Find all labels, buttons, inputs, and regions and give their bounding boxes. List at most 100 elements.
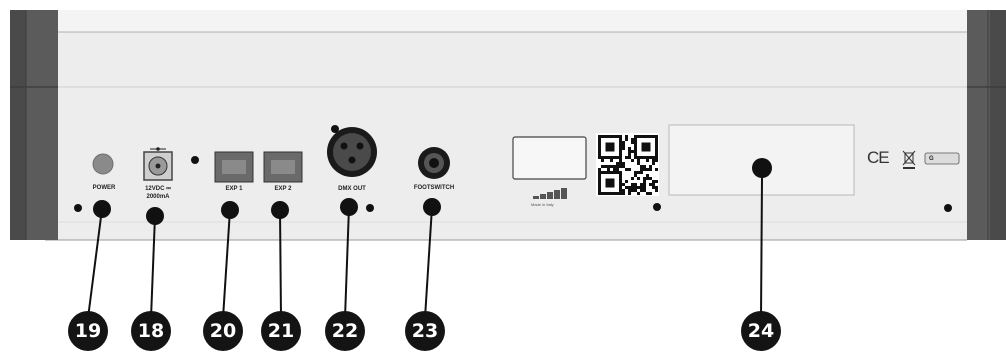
callout-23: 23 (405, 311, 445, 351)
qr-module (655, 159, 658, 162)
footswitch-label: FOOTSWITCH (413, 185, 455, 191)
qr-module (631, 159, 634, 162)
qr-module (631, 189, 634, 192)
qr-module (649, 168, 652, 171)
qr-module (643, 177, 646, 180)
dc-voltage-label: 12VDC ⎓ (145, 186, 171, 192)
qr-module (652, 159, 655, 162)
qr-module (625, 168, 628, 171)
qr-module (619, 165, 622, 168)
qr-module (631, 183, 634, 186)
qr-module (655, 180, 658, 183)
qr-module (637, 192, 640, 195)
qr-module (631, 186, 634, 189)
qr-module (646, 177, 649, 180)
exp1-label: EXP 1 (225, 186, 243, 192)
qr-module (625, 135, 628, 138)
exp1-jack (214, 151, 254, 183)
qr-module (637, 177, 640, 180)
qr-module (640, 186, 643, 189)
qr-module (646, 168, 649, 171)
qr-module (607, 168, 610, 171)
qr-module (640, 183, 643, 186)
left-end-cap (10, 10, 58, 240)
qr-module (640, 189, 643, 192)
dmx-out-label: DMX OUT (338, 186, 366, 192)
right-end-cap (967, 10, 1006, 240)
small-badge-text: G (929, 156, 934, 162)
qr-module (622, 141, 625, 144)
qr-module (643, 189, 646, 192)
qr-module (619, 159, 622, 162)
qr-module (616, 165, 619, 168)
ce-mark: CE (867, 148, 890, 167)
qr-module (652, 183, 655, 186)
qr-module (613, 165, 616, 168)
qr-module (622, 183, 625, 186)
qr-module (598, 168, 601, 171)
qr-module (643, 165, 646, 168)
qr-module (625, 180, 628, 183)
qr-module (634, 171, 637, 174)
qr-module (622, 144, 625, 147)
rear-panel-svg (10, 10, 1006, 319)
qr-module (652, 180, 655, 183)
qr-module (655, 189, 658, 192)
rear-panel-diagram: POWER 12VDC ⎓ 2000mA EXP 1 EXP 2 DMX OUT… (0, 0, 1006, 354)
qr-module (634, 183, 637, 186)
qr-module (610, 165, 613, 168)
qr-module (652, 186, 655, 189)
qr-module (649, 183, 652, 186)
qr-module (640, 168, 643, 171)
qr-code (596, 133, 659, 196)
qr-module (637, 159, 640, 162)
qr-module (637, 186, 640, 189)
qr-module (622, 147, 625, 150)
qr-module (637, 162, 640, 165)
qr-module (628, 168, 631, 171)
qr-module (616, 162, 619, 165)
qr-module (625, 138, 628, 141)
qr-module (628, 189, 631, 192)
dc-current-label: 2000mA (146, 194, 170, 200)
qr-module (607, 165, 610, 168)
exp2-jack (263, 151, 303, 183)
qr-module (634, 174, 637, 177)
qr-module (643, 183, 646, 186)
cover-plate-screw (752, 158, 772, 178)
qr-module (631, 141, 634, 144)
qr-module (646, 159, 649, 162)
qr-module (628, 153, 631, 156)
qr-module (646, 174, 649, 177)
qr-module (646, 192, 649, 195)
callout-18: 18 (131, 311, 171, 351)
panel-top-strip (45, 10, 967, 32)
qr-module (622, 162, 625, 165)
qr-module (625, 156, 628, 159)
power-button (92, 153, 114, 175)
qr-module (616, 168, 619, 171)
qr-module (622, 189, 625, 192)
qr-module (649, 192, 652, 195)
qr-module (631, 138, 634, 141)
qr-finder-core (605, 142, 615, 152)
qr-module (634, 186, 637, 189)
qr-module (640, 171, 643, 174)
callout-24: 24 (741, 311, 781, 351)
qr-module (655, 168, 658, 171)
qr-module (631, 177, 634, 180)
logo-caption: Made in Italy (531, 202, 554, 207)
qr-module (643, 168, 646, 171)
callout-20: 20 (203, 311, 243, 351)
qr-module (604, 165, 607, 168)
qr-module (601, 165, 604, 168)
qr-module (649, 165, 652, 168)
qr-module (622, 165, 625, 168)
qr-module (613, 168, 616, 171)
qr-module (634, 189, 637, 192)
qr-module (628, 192, 631, 195)
qr-module (643, 186, 646, 189)
callout-22: 22 (325, 311, 365, 351)
qr-module (655, 186, 658, 189)
qr-module (622, 192, 625, 195)
